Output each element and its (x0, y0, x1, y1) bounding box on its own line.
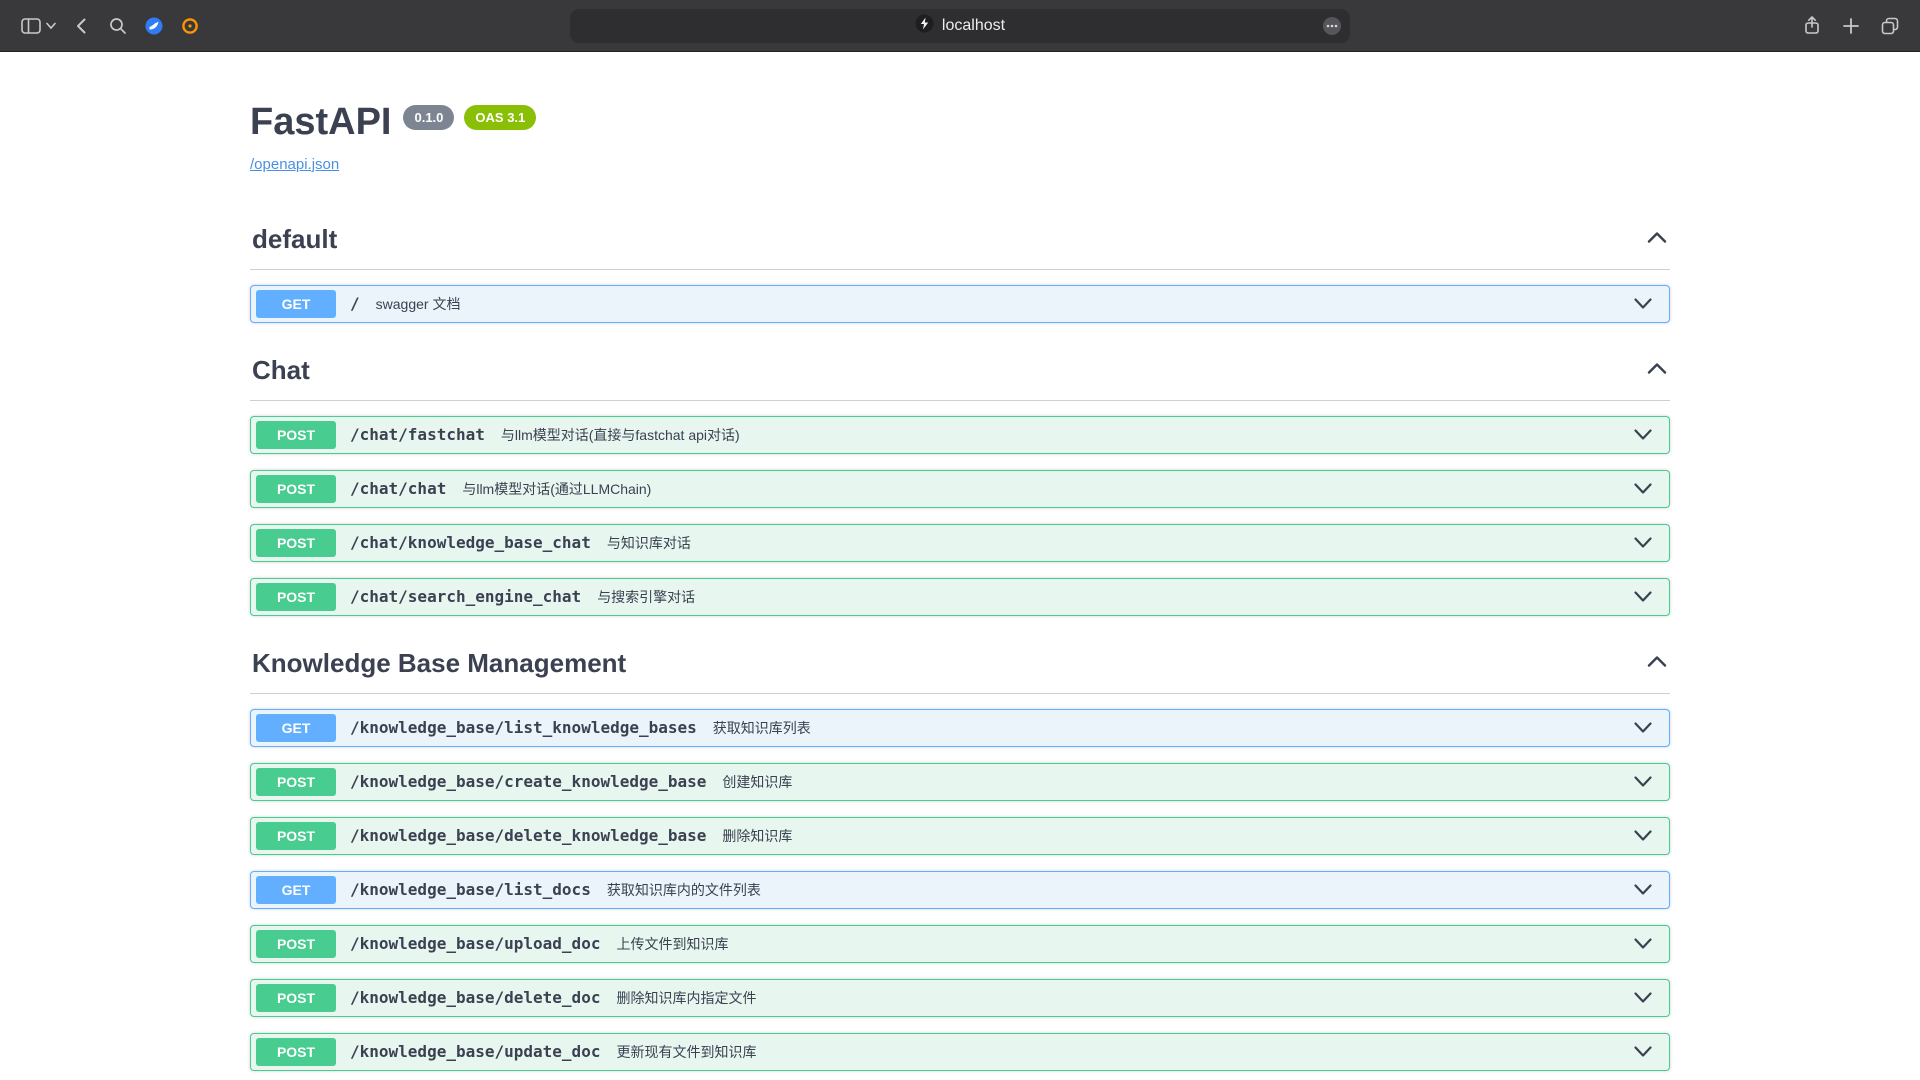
blue-extension-icon[interactable] (144, 16, 164, 36)
expand-chevron-down-icon[interactable] (1633, 883, 1653, 896)
collapse-chevron-up-icon[interactable] (1646, 361, 1668, 380)
operation-path: / (350, 294, 360, 313)
method-badge: POST (256, 529, 336, 557)
expand-chevron-down-icon[interactable] (1633, 590, 1653, 603)
site-favicon (915, 14, 934, 38)
page-title: FastAPI (250, 102, 391, 144)
operation-list: POST /chat/fastchat 与llm模型对话(直接与fastchat… (250, 416, 1670, 616)
section-title: Knowledge Base Management (252, 648, 626, 679)
operation-path: /chat/fastchat (350, 425, 485, 444)
method-badge: GET (256, 876, 336, 904)
operation-list: GET /knowledge_base/list_knowledge_bases… (250, 709, 1670, 1080)
operation-path: /knowledge_base/delete_knowledge_base (350, 826, 706, 845)
operation-row[interactable]: POST /knowledge_base/delete_doc 删除知识库内指定… (250, 979, 1670, 1017)
operation-row[interactable]: POST /knowledge_base/create_knowledge_ba… (250, 763, 1670, 801)
operation-path: /knowledge_base/delete_doc (350, 988, 600, 1007)
expand-chevron-down-icon[interactable] (1633, 536, 1653, 549)
openapi-spec-link[interactable]: /openapi.json (250, 156, 339, 173)
expand-chevron-down-icon[interactable] (1633, 829, 1653, 842)
operation-list: GET / swagger 文档 (250, 285, 1670, 323)
new-tab-icon[interactable] (1842, 17, 1860, 35)
section-title: default (252, 224, 337, 255)
collapse-chevron-up-icon[interactable] (1646, 654, 1668, 673)
method-badge: POST (256, 768, 336, 796)
tab-overview-icon[interactable] (1880, 16, 1900, 36)
api-section: Chat POST /chat/fastchat 与llm模型对话(直接与fas… (250, 347, 1670, 616)
share-icon[interactable] (1802, 15, 1822, 37)
operation-row[interactable]: POST /chat/fastchat 与llm模型对话(直接与fastchat… (250, 416, 1670, 454)
address-bar[interactable]: localhost (570, 9, 1350, 43)
operation-row[interactable]: GET / swagger 文档 (250, 285, 1670, 323)
expand-chevron-down-icon[interactable] (1633, 991, 1653, 1004)
expand-chevron-down-icon[interactable] (1633, 721, 1653, 734)
operation-row[interactable]: GET /knowledge_base/list_knowledge_bases… (250, 709, 1670, 747)
url-text: localhost (942, 17, 1005, 35)
operation-path: /chat/search_engine_chat (350, 587, 581, 606)
collapse-chevron-up-icon[interactable] (1646, 230, 1668, 249)
method-badge: POST (256, 822, 336, 850)
method-badge: POST (256, 930, 336, 958)
operation-description: 删除知识库 (722, 826, 792, 846)
method-badge: POST (256, 475, 336, 503)
method-badge: POST (256, 1038, 336, 1066)
sections: default GET / swagger 文档 Chat POST /chat… (250, 216, 1670, 1080)
operation-description: 更新现有文件到知识库 (616, 1042, 756, 1062)
expand-chevron-down-icon[interactable] (1633, 775, 1653, 788)
section-header[interactable]: default (250, 216, 1670, 270)
operation-description: 获取知识库列表 (713, 718, 811, 738)
operation-row[interactable]: POST /chat/chat 与llm模型对话(通过LLMChain) (250, 470, 1670, 508)
method-badge: POST (256, 583, 336, 611)
operation-description: 上传文件到知识库 (616, 934, 728, 954)
operation-row[interactable]: POST /knowledge_base/delete_knowledge_ba… (250, 817, 1670, 855)
oas-badge: OAS 3.1 (464, 105, 536, 130)
operation-description: 获取知识库内的文件列表 (607, 880, 761, 900)
section-header[interactable]: Knowledge Base Management (250, 640, 1670, 694)
section-header[interactable]: Chat (250, 347, 1670, 401)
operation-description: 与知识库对话 (607, 533, 691, 553)
sidebar-chevron-down-icon[interactable] (46, 22, 56, 30)
operation-description: swagger 文档 (376, 294, 461, 314)
operation-description: 与llm模型对话(通过LLMChain) (462, 479, 651, 499)
operation-row[interactable]: POST /knowledge_base/update_doc 更新现有文件到知… (250, 1033, 1670, 1071)
api-section: default GET / swagger 文档 (250, 216, 1670, 323)
version-badge: 0.1.0 (403, 105, 454, 130)
method-badge: GET (256, 290, 336, 318)
expand-chevron-down-icon[interactable] (1633, 1045, 1653, 1058)
operation-path: /chat/knowledge_base_chat (350, 533, 591, 552)
operation-description: 与搜索引擎对话 (597, 587, 695, 607)
operation-path: /chat/chat (350, 479, 446, 498)
method-badge: GET (256, 714, 336, 742)
operation-row[interactable]: POST /chat/knowledge_base_chat 与知识库对话 (250, 524, 1670, 562)
search-icon[interactable] (108, 16, 128, 36)
method-badge: POST (256, 984, 336, 1012)
expand-chevron-down-icon[interactable] (1633, 937, 1653, 950)
operation-description: 删除知识库内指定文件 (616, 988, 756, 1008)
expand-chevron-down-icon[interactable] (1633, 297, 1653, 310)
operation-path: /knowledge_base/upload_doc (350, 934, 600, 953)
operation-row[interactable]: POST /chat/search_engine_chat 与搜索引擎对话 (250, 578, 1670, 616)
browser-toolbar: localhost (0, 0, 1920, 52)
page-menu-icon[interactable] (1322, 16, 1342, 41)
sidebar-toggle-icon[interactable] (20, 16, 42, 36)
operation-row[interactable]: GET /knowledge_base/list_docs 获取知识库内的文件列… (250, 871, 1670, 909)
expand-chevron-down-icon[interactable] (1633, 428, 1653, 441)
operation-path: /knowledge_base/create_knowledge_base (350, 772, 706, 791)
operation-row[interactable]: POST /knowledge_base/upload_doc 上传文件到知识库 (250, 925, 1670, 963)
operation-description: 创建知识库 (722, 772, 792, 792)
operation-path: /knowledge_base/list_knowledge_bases (350, 718, 697, 737)
orange-extension-icon[interactable] (180, 16, 200, 36)
page-content: FastAPI 0.1.0 OAS 3.1 /openapi.json defa… (0, 52, 1920, 1080)
section-title: Chat (252, 355, 310, 386)
expand-chevron-down-icon[interactable] (1633, 482, 1653, 495)
api-section: Knowledge Base Management GET /knowledge… (250, 640, 1670, 1080)
back-icon[interactable] (72, 16, 92, 36)
operation-path: /knowledge_base/update_doc (350, 1042, 600, 1061)
method-badge: POST (256, 421, 336, 449)
operation-path: /knowledge_base/list_docs (350, 880, 591, 899)
operation-description: 与llm模型对话(直接与fastchat api对话) (501, 425, 740, 445)
